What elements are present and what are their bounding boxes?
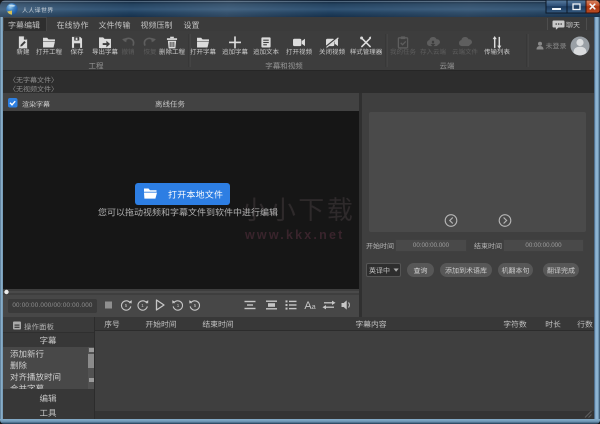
svg-text:5: 5 (194, 303, 197, 308)
svg-text:1: 1 (177, 303, 180, 308)
svg-text:1: 1 (141, 303, 144, 308)
svg-text:Aa: Aa (304, 300, 315, 312)
svg-text:5: 5 (125, 303, 128, 308)
